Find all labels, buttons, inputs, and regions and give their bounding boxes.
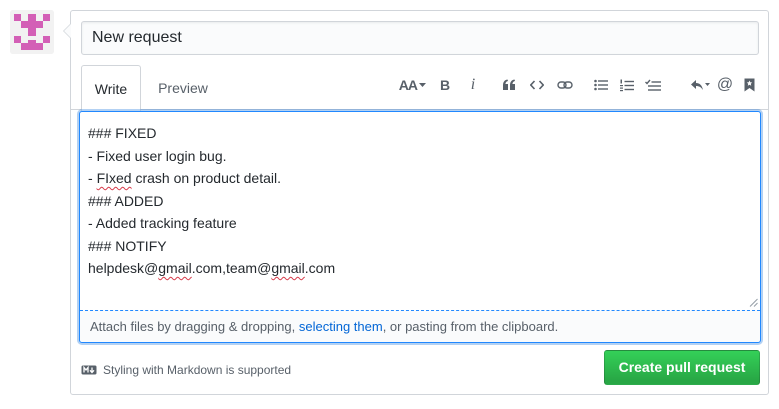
markdown-note-text: Styling with Markdown is supported <box>103 363 292 377</box>
markdown-support-note[interactable]: Styling with Markdown is supported <box>81 363 291 377</box>
resize-handle-icon[interactable] <box>749 298 758 307</box>
dropzone-text: , or pasting from the clipboard. <box>382 319 559 334</box>
tab-preview[interactable]: Preview <box>147 65 219 111</box>
editor-line: - Added tracking feature <box>88 215 237 231</box>
misspelled-word: gmail <box>271 260 305 276</box>
create-pull-request-button[interactable]: Create pull request <box>604 350 760 385</box>
editor-line: ### NOTIFY <box>88 237 167 254</box>
tab-write[interactable]: Write <box>81 65 141 111</box>
markdown-toolbar: AA B i @ <box>397 71 760 99</box>
select-files-link[interactable]: selecting them <box>299 319 383 334</box>
editor-text[interactable]: ### FIXED - Fixed user login bug. - FIxe… <box>80 112 760 310</box>
misspelled-word: FIxed <box>96 170 132 186</box>
dropzone-text: Attach files by dragging & dropping, <box>90 319 299 334</box>
reply-icon[interactable] <box>690 73 710 97</box>
task-list-icon[interactable] <box>644 73 662 97</box>
mention-icon[interactable]: @ <box>716 73 734 97</box>
numbered-list-icon[interactable] <box>618 73 636 97</box>
editor-line: ### ADDED <box>88 192 164 209</box>
text-size-icon[interactable]: AA <box>399 73 426 97</box>
bookmark-icon[interactable] <box>740 73 758 97</box>
editor-line: helpdesk@gmail.com,team@gmail.com <box>88 260 336 276</box>
avatar[interactable] <box>10 10 54 54</box>
pull-request-form: Write Preview AA B i @ ### FIXED - Fixed… <box>63 10 769 395</box>
editor-line: ### FIXED <box>88 125 157 141</box>
markdown-icon <box>81 365 97 375</box>
bold-icon[interactable]: B <box>436 73 454 97</box>
editor-line: - Fixed user login bug. <box>88 147 227 164</box>
italic-icon[interactable]: i <box>464 73 482 97</box>
title-input[interactable] <box>81 21 759 55</box>
misspelled-word: gmail <box>158 260 192 276</box>
comment-body-editor[interactable]: ### FIXED - Fixed user login bug. - FIxe… <box>79 111 761 343</box>
link-icon[interactable] <box>556 73 574 97</box>
code-icon[interactable] <box>528 73 546 97</box>
attach-files-dropzone[interactable]: Attach files by dragging & dropping, sel… <box>80 310 760 342</box>
editor-line: - FIxed crash on product detail. <box>88 170 281 186</box>
bullet-list-icon[interactable] <box>592 73 610 97</box>
quote-icon[interactable] <box>500 73 518 97</box>
